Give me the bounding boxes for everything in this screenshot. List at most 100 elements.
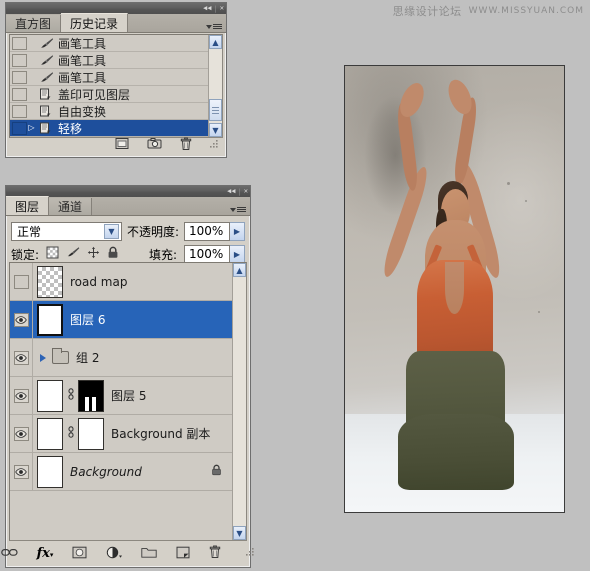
layer-mask-thumbnail[interactable] — [78, 417, 104, 450]
layer-style-button[interactable]: fx▾ — [37, 546, 54, 561]
adjustment-layer-button[interactable] — [106, 546, 123, 562]
history-snapshot-checkbox[interactable] — [12, 36, 27, 50]
history-snapshot-checkbox[interactable] — [12, 87, 27, 101]
chevron-down-icon[interactable]: ▼ — [103, 223, 119, 239]
history-row[interactable]: 盖印可见图层 — [10, 86, 208, 103]
history-snapshot-checkbox[interactable] — [12, 121, 27, 135]
lock-all-icon[interactable] — [107, 246, 119, 262]
opacity-slider-arrow-icon[interactable]: ▶ — [230, 221, 245, 241]
tab-layers[interactable]: 图层 — [6, 196, 50, 215]
collapse-icon[interactable]: ◀◀ — [203, 5, 211, 12]
document-canvas[interactable] — [344, 65, 565, 513]
blend-mode-select[interactable]: 正常 ▼ — [11, 221, 122, 241]
close-icon[interactable]: ✕ — [220, 5, 224, 12]
close-icon[interactable]: ✕ — [244, 188, 248, 195]
history-row-selected[interactable]: ▷ 轻移 — [10, 120, 208, 137]
history-row[interactable]: 画笔工具 — [10, 52, 208, 69]
history-list: 画笔工具 画笔工具 画笔工具 盖印可见图层 自由变换 ▷ 轻移 — [10, 35, 208, 137]
eye-icon[interactable] — [13, 312, 29, 327]
layer-thumbnail[interactable] — [37, 417, 63, 450]
layers-scroll-track[interactable] — [233, 277, 246, 526]
tab-history[interactable]: 历史记录 — [61, 13, 129, 32]
layer-visibility-cell[interactable] — [10, 301, 33, 338]
opacity-input[interactable]: 100% — [184, 221, 230, 241]
layer-row[interactable]: road map — [10, 263, 232, 301]
document-icon — [36, 122, 56, 135]
new-group-button[interactable] — [141, 546, 158, 561]
layers-panel-menu-button[interactable] — [230, 207, 246, 212]
eye-icon[interactable] — [13, 388, 29, 403]
new-document-icon[interactable] — [115, 137, 129, 153]
lock-position-icon[interactable] — [87, 246, 100, 262]
delete-layer-button[interactable] — [209, 545, 221, 562]
layer-thumbnail-transparent[interactable] — [37, 265, 63, 298]
layer-thumbnails — [33, 303, 63, 336]
resize-grip-icon[interactable] — [210, 139, 219, 152]
tab-histogram[interactable]: 直方图 — [6, 15, 62, 32]
eye-icon[interactable] — [13, 464, 29, 479]
eye-icon-hidden[interactable] — [13, 274, 29, 289]
history-panel-footer — [9, 136, 223, 154]
history-panel-menu-button[interactable] — [206, 24, 222, 29]
group-expand-triangle-icon[interactable] — [40, 353, 46, 362]
camera-icon[interactable] — [147, 137, 162, 153]
layer-row-selected[interactable]: 图层 6 — [10, 301, 232, 339]
history-row-label: 自由变换 — [58, 104, 107, 119]
layer-visibility-cell[interactable] — [10, 339, 33, 376]
brush-icon — [36, 71, 56, 84]
history-row[interactable]: 画笔工具 — [10, 69, 208, 86]
layer-row[interactable]: Background 副本 — [10, 415, 232, 453]
collapse-icon[interactable]: ◀◀ — [227, 188, 235, 195]
layer-visibility-cell[interactable] — [10, 415, 33, 452]
layer-thumbnail[interactable] — [37, 379, 63, 412]
history-row[interactable]: 自由变换 — [10, 103, 208, 120]
brush-icon — [36, 37, 56, 50]
layer-name: 图层 6 — [70, 313, 106, 327]
scroll-down-icon[interactable]: ▼ — [209, 123, 222, 137]
folder-icon — [52, 348, 69, 364]
layer-name: Background 副本 — [111, 427, 211, 441]
history-row-label: 画笔工具 — [58, 36, 107, 51]
history-snapshot-checkbox[interactable] — [12, 70, 27, 84]
layer-visibility-cell[interactable] — [10, 263, 33, 300]
watermark-cn: 思缘设计论坛 — [392, 5, 462, 18]
layer-row[interactable]: 图层 5 — [10, 377, 232, 415]
link-layers-button[interactable] — [0, 547, 18, 560]
history-scroll-thumb[interactable] — [209, 99, 222, 121]
scroll-down-icon[interactable]: ▼ — [233, 526, 246, 540]
tab-channels[interactable]: 通道 — [49, 198, 93, 215]
lock-image-pixels-icon[interactable] — [66, 246, 80, 262]
chevron-down-icon — [230, 207, 236, 212]
layer-thumbnail[interactable] — [37, 455, 63, 488]
history-scroll-track[interactable] — [209, 49, 222, 123]
scroll-up-icon[interactable]: ▲ — [209, 35, 222, 49]
resize-grip-icon[interactable] — [246, 547, 255, 560]
layers-scrollbar[interactable]: ▲ ▼ — [232, 263, 246, 540]
history-snapshot-checkbox[interactable] — [12, 104, 27, 118]
eye-icon[interactable] — [13, 350, 29, 365]
link-icon[interactable] — [66, 388, 75, 403]
menu-lines-icon — [237, 207, 246, 212]
layer-name: Background — [70, 464, 142, 479]
trash-icon[interactable] — [180, 137, 192, 154]
layer-thumbnail[interactable] — [37, 303, 63, 336]
layer-row[interactable]: Background — [10, 453, 232, 491]
fill-slider-arrow-icon[interactable]: ▶ — [230, 244, 245, 264]
blend-mode-value: 正常 — [17, 224, 42, 239]
link-icon[interactable] — [66, 426, 75, 441]
document-icon — [36, 88, 56, 101]
layer-mask-thumbnail[interactable] — [78, 379, 104, 412]
eye-icon[interactable] — [13, 426, 29, 441]
history-scrollbar[interactable]: ▲ ▼ — [208, 35, 222, 137]
history-row-label: 画笔工具 — [58, 53, 107, 68]
layer-visibility-cell[interactable] — [10, 377, 33, 414]
scroll-up-icon[interactable]: ▲ — [233, 263, 246, 277]
layer-group-row[interactable]: 组 2 — [10, 339, 232, 377]
layer-visibility-cell[interactable] — [10, 453, 33, 490]
add-layer-mask-button[interactable] — [72, 546, 87, 562]
lock-transparency-icon[interactable] — [46, 246, 59, 262]
history-snapshot-checkbox[interactable] — [12, 53, 27, 67]
history-row[interactable]: 画笔工具 — [10, 35, 208, 52]
new-layer-button[interactable] — [176, 546, 190, 562]
fill-input[interactable]: 100% — [184, 244, 230, 264]
